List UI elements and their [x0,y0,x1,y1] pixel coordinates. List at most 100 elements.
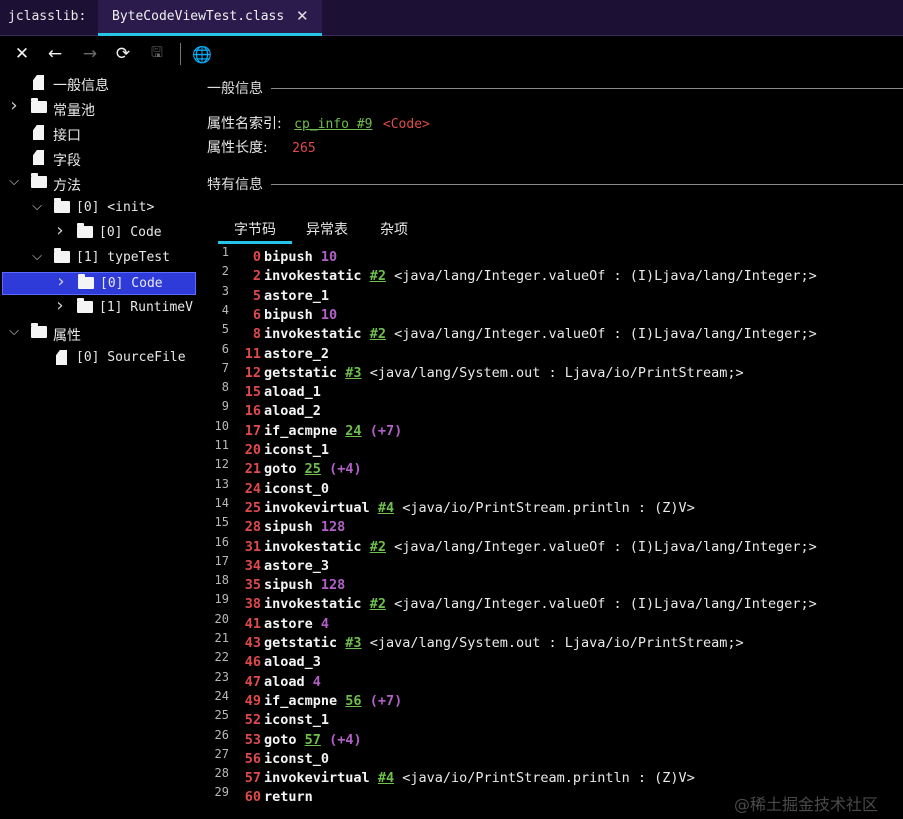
line-number: 5 [221,322,229,337]
line-number: 29 [214,785,229,800]
line-number: 2 [221,264,229,279]
tree-node[interactable]: › [0] Code [2,271,196,295]
tree-node[interactable]: › 常量池 [0,95,198,120]
tree-node-label[interactable]: [0] Code [99,225,162,240]
tree-node[interactable]: › [1] RuntimeV [0,295,198,320]
file-tab-title[interactable]: ByteCodeViewTest.class [112,9,284,24]
line-number: 17 [214,553,229,568]
close-icon[interactable]: ✕ [12,44,32,64]
save-icon[interactable]: 🖫 [147,44,167,64]
tab-exception-table[interactable]: 异常表 [294,214,360,244]
operand-link[interactable]: 57 [305,732,321,748]
bytecode-line: 23 47 aload 4 [207,670,903,693]
operand-comment: <java/lang/System.out : Ljava/io/PrintSt… [369,364,744,381]
tree-node-label[interactable]: 方法 [53,175,81,195]
folder-icon [77,223,93,238]
opcode: aload_3 [264,654,321,671]
tree-node-label[interactable]: [1] typeTest [76,250,170,265]
tree-node-label[interactable]: 一般信息 [53,75,109,95]
bytecode-line: 7 12 getstatic #3 <java/lang/System.out : … [207,361,903,384]
back-icon[interactable]: ← [45,44,65,64]
bytecode-line: 20 41 astore 4 [207,612,903,635]
operand-link[interactable]: #3 [345,365,361,381]
opcode: invokevirtual [264,770,370,787]
chevron-right-icon[interactable]: › [53,220,67,241]
operand-comment: <java/io/PrintStream.println : (Z)V> [402,770,695,787]
tree-node[interactable]: ⌵ [0] <init> [0,197,198,220]
bytecode-offset: 46 [244,654,261,671]
instruction: sipush 128 [264,519,345,535]
bytecode-line: 21 43 getstatic #3 <java/lang/System.out :… [207,631,903,654]
tree-node-label[interactable]: [0] <init> [76,200,154,215]
tree-node-label[interactable]: 常量池 [53,100,95,120]
operand-link[interactable]: #2 [370,326,386,342]
operand-value: (+7) [369,692,403,709]
operand-link[interactable]: 25 [305,461,321,477]
line-number: 8 [221,380,229,395]
opcode: iconst_0 [264,480,330,497]
tree-node[interactable]: › [0] Code [0,220,198,245]
bytecode-offset: 35 [244,577,261,594]
tree-node[interactable]: 一般信息 [0,72,198,95]
tree-node[interactable]: ⌵ 方法 [0,172,198,195]
folder-icon [31,173,47,188]
opcode: getstatic [264,635,338,651]
chevron-right-icon[interactable]: › [7,95,21,116]
chevron-down-icon[interactable]: ⌵ [7,174,21,189]
bytecode-line: 5 8 invokestatic #2 <java/lang/Integer.val… [207,322,903,345]
bytecode-line: 22 46 aload_3 [207,650,903,673]
tree-node[interactable]: 字段 [0,147,198,170]
chevron-down-icon[interactable]: ⌵ [7,324,21,339]
bytecode-offset: 24 [244,480,261,497]
line-number: 23 [214,669,229,684]
tree-node-label[interactable]: 属性 [53,325,81,345]
bytecode-line: 17 34 astore_3 [207,554,903,577]
tree-node-label[interactable]: [0] SourceFile [76,350,186,365]
reload-icon[interactable]: ⟳ [113,44,133,64]
forward-icon[interactable]: → [80,44,100,64]
operand-link[interactable]: #4 [378,770,394,786]
tree-node[interactable]: 接口 [0,122,198,145]
bytecode-offset: 0 [252,249,261,265]
bytecode-offset: 41 [244,615,261,632]
line-number: 21 [214,631,229,645]
tab-misc[interactable]: 杂项 [364,214,424,244]
tree-node[interactable]: ⌵ [1] typeTest [0,247,198,270]
operand-link[interactable]: #2 [370,268,386,284]
file-tab[interactable]: ByteCodeViewTest.class ✕ [98,0,322,36]
tree-node-label[interactable]: [1] RuntimeV [99,300,193,315]
chevron-right-icon[interactable]: › [53,295,67,316]
chevron-down-icon[interactable]: ⌵ [30,249,44,264]
bytecode-line: 19 38 invokestatic #2 <java/lang/Integer.v… [207,592,903,615]
close-tab-icon[interactable]: ✕ [296,7,309,25]
folder-icon [54,248,70,263]
bytecode-offset: 20 [244,442,261,458]
operand-link[interactable]: 56 [345,693,361,709]
cp-info-link[interactable]: cp_info #9 [294,117,372,132]
file-icon [33,125,44,140]
line-number: 26 [214,727,229,742]
operand-link[interactable]: 24 [345,423,361,439]
tree-node[interactable]: ⌵ 属性 [0,322,198,345]
bytecode-line: 2 2 invokestatic #2 <java/lang/Integer.val… [207,264,903,287]
tab-bytecode[interactable]: 字节码 [218,214,292,244]
operand-link[interactable]: #2 [370,539,386,555]
opcode: iconst_1 [264,712,330,729]
operand-comment: <java/lang/Integer.valueOf : (I)Ljava/la… [394,326,817,343]
web-icon[interactable]: 🌐 [192,44,212,64]
tree-node[interactable]: [0] SourceFile [0,347,198,370]
operand-link[interactable]: #4 [378,500,394,516]
instruction: astore_1 [264,288,329,304]
instruction: goto 57 (+4) [264,732,362,748]
tree-node-label[interactable]: 字段 [53,150,81,170]
tree-node-label[interactable]: [0] Code [100,276,163,291]
length-row: 属性长度: 265 [207,137,316,157]
chevron-right-icon[interactable]: › [54,271,68,292]
line-number: 11 [214,438,229,452]
tree-node-label[interactable]: 接口 [53,125,81,145]
chevron-down-icon[interactable]: ⌵ [30,199,44,214]
operand-link[interactable]: #3 [345,635,361,651]
bytecode-offset: 8 [252,326,261,343]
operand-link[interactable]: #2 [370,596,386,612]
bytecode-offset: 53 [244,731,261,748]
